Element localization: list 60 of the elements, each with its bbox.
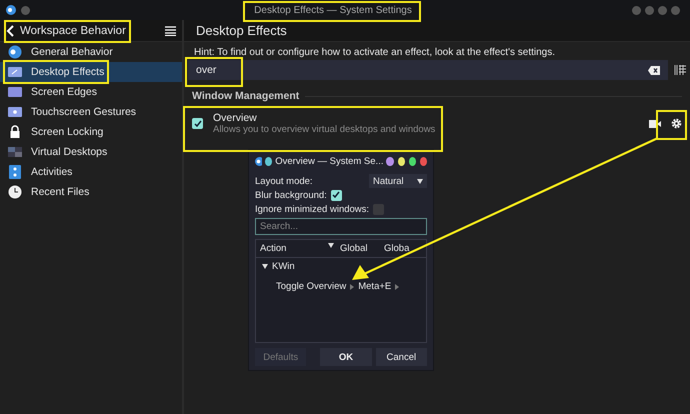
display-icon — [8, 105, 22, 119]
ignore-minimized-label: Ignore minimized windows: — [255, 204, 370, 214]
shortcut-text[interactable]: Meta+E — [358, 281, 392, 292]
highlight-frame — [656, 110, 687, 140]
display-icon — [8, 65, 22, 79]
window-title: Desktop Effects — System Settings — [254, 4, 412, 16]
maximize-icon[interactable] — [408, 156, 416, 166]
sidebar-item[interactable]: Screen Locking — [0, 122, 182, 142]
video-icon[interactable] — [649, 120, 661, 128]
sidebar-item[interactable]: Touchscreen Gestures — [0, 102, 182, 122]
activities-icon — [8, 165, 22, 179]
toggle-icon — [8, 45, 22, 59]
back-icon[interactable] — [6, 24, 14, 36]
lock-icon — [8, 125, 22, 139]
right-arrow-icon — [350, 284, 354, 290]
search-field[interactable]: Search... — [255, 218, 427, 235]
sidebar-item[interactable]: General Behavior — [0, 42, 182, 62]
dialog-title: Overview — System Se... — [275, 156, 384, 166]
right-arrow-icon — [395, 284, 400, 290]
checkbox[interactable] — [192, 118, 203, 129]
section-title: Window Management — [192, 90, 300, 102]
sidebar-item[interactable]: Desktop Effects — [0, 62, 182, 82]
close-icon[interactable] — [671, 6, 680, 14]
settings-icon[interactable] — [671, 118, 682, 129]
desktops-icon — [8, 145, 22, 159]
effect-name: Overview — [213, 112, 258, 124]
sidebar-item[interactable]: Virtual Desktops — [0, 142, 182, 162]
checkbox[interactable] — [373, 204, 384, 214]
blur-background-label: Blur background: — [255, 190, 327, 200]
app-icon — [255, 156, 262, 166]
sidebar-item[interactable]: Recent Files — [0, 182, 182, 202]
sidebar-item[interactable]: Activities — [0, 162, 182, 182]
tree-item[interactable]: KWin — [272, 261, 295, 272]
clear-icon[interactable] — [648, 66, 660, 74]
column-header[interactable]: Global — [340, 243, 384, 254]
sort-arrow-icon — [328, 243, 334, 248]
dialog-button[interactable]: Cancel — [376, 348, 427, 366]
dialog-button[interactable]: OK — [320, 348, 372, 366]
app-icon — [6, 5, 16, 15]
expand-arrow-icon — [262, 264, 268, 269]
filter-icon[interactable] — [674, 65, 686, 75]
menu-icon[interactable] — [165, 26, 176, 36]
close-icon[interactable] — [420, 156, 427, 166]
minimize-icon[interactable] — [398, 156, 405, 166]
dropdown-arrow-icon — [417, 178, 423, 184]
layout-mode-dropdown[interactable]: Natural — [369, 174, 427, 188]
highlight-frame — [185, 57, 243, 87]
column-header[interactable]: Action — [260, 243, 286, 254]
sidebar-item[interactable]: Screen Edges — [0, 82, 182, 102]
search-field[interactable]: over — [188, 60, 668, 80]
column-header[interactable]: Globa — [384, 243, 414, 254]
checkbox[interactable] — [330, 190, 342, 200]
clock-icon — [8, 185, 22, 199]
sidebar-title: Workspace Behavior — [20, 24, 126, 36]
page-title: Desktop Effects — [196, 23, 287, 38]
display-icon — [8, 85, 22, 99]
hint-text: Hint: To find out or configure how to activate an effect, look at the effect's settings. — [193, 46, 556, 60]
layout-mode-label: Layout mode: — [255, 176, 313, 186]
effect-description: Allows you to overview virtual desktops and windows — [213, 124, 436, 135]
tree-item[interactable]: Toggle Overview — [276, 281, 346, 292]
